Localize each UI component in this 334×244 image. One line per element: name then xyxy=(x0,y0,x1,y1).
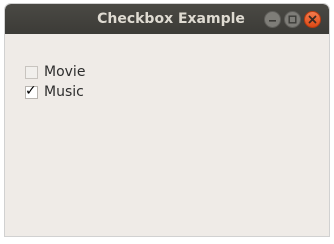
window-content: Movie ✓ Music xyxy=(5,34,329,236)
minimize-icon xyxy=(269,20,276,22)
checkbox-label: Movie xyxy=(44,64,86,80)
title-bar[interactable]: Checkbox Example xyxy=(5,4,329,34)
close-button[interactable] xyxy=(304,11,321,28)
checkmark-icon: ✓ xyxy=(25,82,37,99)
checkbox-music[interactable]: ✓ Music xyxy=(25,83,84,101)
checkbox-box[interactable] xyxy=(25,65,38,79)
checkbox-movie[interactable]: Movie xyxy=(25,63,85,81)
maximize-button[interactable] xyxy=(284,11,301,28)
close-icon xyxy=(308,15,317,24)
maximize-icon xyxy=(288,15,297,24)
checkbox-box[interactable]: ✓ xyxy=(25,83,38,99)
minimize-button[interactable] xyxy=(264,11,281,28)
checkbox-label: Music xyxy=(44,84,84,100)
app-window: Checkbox Example Movie ✓ Music xyxy=(5,4,329,236)
